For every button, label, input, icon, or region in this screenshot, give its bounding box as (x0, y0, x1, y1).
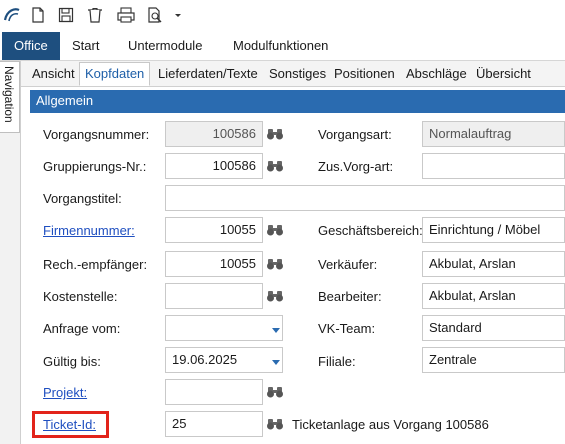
binoculars-icon[interactable] (266, 159, 284, 173)
subtab-lieferdaten-texte[interactable]: Lieferdaten/Texte (153, 63, 263, 85)
navigation-label: Navigation (2, 66, 16, 123)
print-icon[interactable] (116, 6, 135, 24)
subtab-bar: Ansicht Kopfdaten Lieferdaten/Texte Sons… (21, 61, 565, 87)
subtab-positionen[interactable]: Positionen (329, 63, 400, 85)
subtab-abschlaege[interactable]: Abschläge (401, 63, 472, 85)
projekt-link[interactable]: Projekt: (43, 385, 87, 400)
navigation-tab[interactable]: Navigation (0, 61, 20, 133)
subtab-ansicht[interactable]: Ansicht (27, 63, 80, 85)
label-vorgangsart: Vorgangsart: (318, 127, 392, 142)
ticket-id-link[interactable]: Ticket-Id: (43, 417, 96, 432)
anfrage-vom-field[interactable] (165, 315, 283, 341)
ticket-id-field[interactable]: 25 (165, 411, 263, 437)
ribbon-tab-bar: Office Start Untermodule Modulfunktionen (0, 32, 565, 61)
tab-start[interactable]: Start (60, 32, 111, 60)
subtab-uebersicht[interactable]: Übersicht (471, 63, 536, 85)
label-rech-empfaenger: Rech.-empfänger: (43, 257, 148, 272)
verkaeufer-field[interactable]: Akbulat, Arslan (422, 251, 565, 277)
chevron-down-icon[interactable] (270, 355, 282, 365)
label-geschaeftsbereich: Geschäftsbereich: (318, 223, 423, 238)
binoculars-icon[interactable] (266, 257, 284, 271)
label-kostenstelle: Kostenstelle: (43, 289, 118, 304)
label-vk-team: VK-Team: (318, 321, 376, 336)
binoculars-icon[interactable] (266, 417, 284, 431)
label-gueltig-bis: Gültig bis: (43, 354, 101, 369)
delete-icon[interactable] (86, 6, 104, 24)
navigation-pane: Navigation (0, 61, 21, 444)
label-anfrage-vom: Anfrage vom: (43, 321, 121, 336)
binoculars-icon[interactable] (266, 127, 284, 141)
label-vorgangstitel: Vorgangstitel: (43, 191, 122, 206)
label-filiale: Filiale: (318, 354, 356, 369)
label-verkaeufer: Verkäufer: (318, 257, 378, 272)
binoculars-icon[interactable] (266, 223, 284, 237)
firmennummer-link[interactable]: Firmennummer: (43, 223, 135, 238)
geschaeftsbereich-field[interactable]: Einrichtung / Möbel (422, 217, 565, 243)
app-logo-icon[interactable] (3, 6, 21, 24)
gueltig-bis-field[interactable]: 19.06.2025 (165, 347, 283, 373)
label-zus-vorg-art: Zus.Vorg-art: (318, 159, 394, 174)
label-vorgangsnummer: Vorgangsnummer: (43, 127, 150, 142)
filiale-field[interactable]: Zentrale (422, 347, 565, 373)
section-title: Allgemein (36, 93, 94, 108)
section-header-allgemein: Allgemein (30, 90, 565, 113)
projekt-field[interactable] (165, 379, 263, 405)
subtab-sonstiges[interactable]: Sonstiges (264, 63, 331, 85)
print-preview-icon[interactable] (146, 6, 164, 24)
vorgangsart-field[interactable]: Normalauftrag (422, 121, 565, 147)
chevron-down-icon[interactable] (270, 323, 282, 333)
new-document-icon[interactable] (29, 6, 47, 24)
label-bearbeiter: Bearbeiter: (318, 289, 382, 304)
quick-access-toolbar (0, 0, 565, 32)
tab-office[interactable]: Office (2, 32, 60, 60)
binoculars-icon[interactable] (266, 289, 284, 303)
bearbeiter-field[interactable]: Akbulat, Arslan (422, 283, 565, 309)
tab-modulfunktionen[interactable]: Modulfunktionen (221, 32, 340, 60)
rech-empfaenger-field[interactable]: 10055 (165, 251, 263, 277)
subtab-kopfdaten[interactable]: Kopfdaten (79, 62, 151, 86)
vorgangsnummer-field[interactable]: 100586 (165, 121, 263, 147)
gruppierungs-nr-field[interactable]: 100586 (165, 153, 263, 179)
binoculars-icon[interactable] (266, 385, 284, 399)
customize-arrow-icon[interactable] (173, 6, 183, 24)
kostenstelle-field[interactable] (165, 283, 263, 309)
tab-untermodule[interactable]: Untermodule (116, 32, 214, 60)
zus-vorg-art-field[interactable] (422, 153, 565, 179)
vk-team-field[interactable]: Standard (422, 315, 565, 341)
save-icon[interactable] (57, 6, 75, 24)
vorgangstitel-field[interactable] (165, 185, 565, 211)
label-gruppierungs-nr: Gruppierungs-Nr.: (43, 159, 147, 174)
ticket-note: Ticketanlage aus Vorgang 100586 (292, 417, 489, 432)
firmennummer-field[interactable]: 10055 (165, 217, 263, 243)
